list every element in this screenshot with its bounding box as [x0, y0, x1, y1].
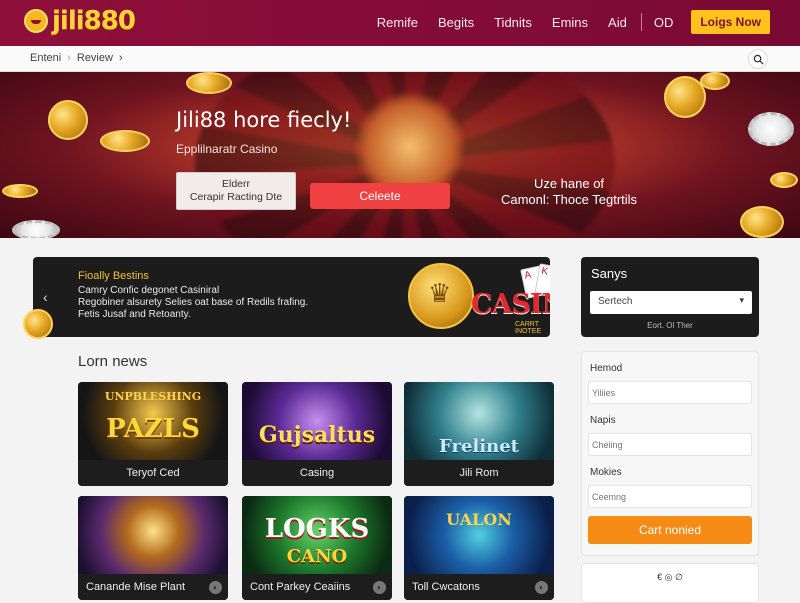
news-tile[interactable]: Frelinet Jili Rom	[404, 382, 554, 486]
hero-banner: Jili88 hore fiecly! Epplilnaratr Casino …	[0, 72, 800, 238]
hero-secondary-line-1: Elderr	[221, 178, 250, 190]
coin-icon	[100, 130, 150, 152]
breadcrumb-bar: Enteni › Review ›	[0, 46, 800, 72]
logo-text: jili880	[52, 6, 136, 36]
tile-art-word: Gujsaltus	[258, 422, 376, 448]
tile-caption: Teryof Ced	[78, 460, 228, 486]
news-heading: Lorn news	[78, 353, 148, 370]
tile-art-word: LOGKS	[264, 514, 370, 544]
news-tile[interactable]: UNPBLESHING PAZLS Teryof Ced	[78, 382, 228, 486]
field-label-1: Hemod	[590, 363, 623, 374]
coin-icon	[48, 100, 88, 140]
form-field-2[interactable]	[588, 433, 752, 456]
tile-caption: Jili Rom	[404, 460, 554, 486]
sidebar-filter-card: Sanys Sertech ▾ Eort. Ol Ther	[581, 257, 759, 337]
tile-artwork	[404, 496, 554, 574]
sidebar-social-card: € ◎ ∅	[581, 563, 759, 603]
nav-item-1[interactable]: Remife	[377, 15, 418, 30]
hero-subtitle: Epplilnaratr Casino	[176, 142, 278, 156]
form-submit-button[interactable]: Cart nonied	[588, 516, 752, 544]
field-label-2: Napis	[590, 415, 616, 426]
coin-icon	[23, 309, 53, 339]
promo-line-2: Regobiner alsurety Selies oat base of Re…	[78, 297, 309, 308]
poker-chip-icon	[748, 112, 794, 146]
info-icon[interactable]: ◐	[373, 581, 386, 594]
promo-line-3: Fetis Jusaf and Retoanty.	[78, 309, 191, 320]
nav-item-5[interactable]: Aid	[608, 15, 627, 30]
breadcrumb-item-1[interactable]: Enteni	[30, 52, 61, 64]
coin-icon	[740, 206, 784, 238]
breadcrumb: Enteni › Review ›	[30, 52, 123, 64]
hero-secondary-button[interactable]: Elderr Cerapir Racting Dte	[176, 172, 296, 210]
tile-artwork	[78, 496, 228, 574]
select-value: Sertech	[598, 296, 633, 307]
news-tile[interactable]: LOGKS CANO Cont Parkey Ceaiins ◐	[242, 496, 392, 600]
sidebar-link[interactable]: Eort. Ol Ther	[581, 321, 759, 330]
hero-title: Jili88 hore fiecly!	[176, 108, 352, 132]
promo-line-1: Camry Confic degonet Casiniral	[78, 285, 220, 296]
search-icon	[753, 54, 764, 65]
main-nav: Remife Begits Tidnits Emins Aid OD Loigs…	[357, 10, 770, 34]
tile-art-word: Frelinet	[439, 436, 519, 457]
tile-art-top: CANO	[286, 546, 348, 567]
tile-artwork	[242, 382, 392, 460]
form-field-3[interactable]	[588, 485, 752, 508]
coin-icon	[770, 172, 798, 188]
hero-primary-button[interactable]: Celeete	[310, 183, 450, 209]
info-icon[interactable]: ◐	[209, 581, 222, 594]
top-navbar: jili880 Remife Begits Tidnits Emins Aid …	[0, 0, 800, 46]
hero-side-line-1: Uze hane of	[533, 176, 605, 191]
coin-icon	[2, 184, 38, 198]
tile-caption: Cont Parkey Ceaiins	[242, 574, 392, 600]
promo-title: Fioally Bestins	[78, 270, 149, 282]
form-field-1[interactable]	[588, 381, 752, 404]
promo-text: Camry Confic degonet Casiniral Regobiner…	[78, 285, 308, 321]
hero-side-line-2: Camonl: Thoce Tegtrtils	[500, 192, 638, 207]
hero-secondary-line-2: Cerapir Racting Dte	[189, 191, 283, 203]
news-tile[interactable]: Canande Mise Plant ◐	[78, 496, 228, 600]
crown-seal-icon	[408, 263, 474, 329]
breadcrumb-separator: ›	[67, 52, 71, 64]
promo-banner[interactable]: ‹ Fioally Bestins Camry Confic degonet C…	[33, 257, 550, 337]
promo-brand-sub: CARRT INOTEE	[515, 321, 542, 335]
login-button[interactable]: Loigs Now	[691, 10, 770, 34]
news-tile[interactable]: Gujsaltus Casing	[242, 382, 392, 486]
site-logo[interactable]: jili880	[24, 6, 136, 36]
sidebar-title: Sanys	[591, 266, 628, 281]
poker-chip-icon	[12, 220, 60, 238]
nav-item-2[interactable]: Begits	[438, 15, 474, 30]
tile-caption: Casing	[242, 460, 392, 486]
coin-icon	[700, 72, 730, 90]
tile-art-top: UALON	[446, 510, 512, 529]
breadcrumb-trailing-chevron: ›	[118, 52, 123, 64]
search-button[interactable]	[748, 49, 768, 69]
sidebar-form: Hemod Napis Mokies Cart nonied	[581, 351, 759, 556]
tile-caption: Canande Mise Plant	[78, 574, 228, 600]
mascot-icon	[24, 9, 48, 33]
nav-item-6[interactable]: OD	[654, 15, 674, 30]
tile-art-top: UNPBLESHING	[104, 390, 202, 403]
nav-item-3[interactable]: Tidnits	[494, 15, 532, 30]
coin-icon	[186, 72, 232, 94]
hero-side-text: Uze hane of Camonl: Thoce Tegtrtils	[494, 176, 644, 208]
nav-item-4[interactable]: Emins	[552, 15, 588, 30]
breadcrumb-item-2[interactable]: Review	[77, 52, 113, 64]
sidebar-select[interactable]: Sertech ▾	[590, 291, 752, 314]
news-tile[interactable]: UALON Toll Cwcatons ◐	[404, 496, 554, 600]
info-icon[interactable]: ◐	[535, 581, 548, 594]
tile-caption: Toll Cwcatons	[404, 574, 554, 600]
field-label-3: Mokies	[590, 467, 622, 478]
promo-brand: CASINO	[471, 289, 550, 320]
nav-divider	[640, 13, 642, 31]
carousel-prev-icon[interactable]: ‹	[43, 289, 48, 305]
social-icons[interactable]: € ◎ ∅	[582, 572, 758, 583]
chevron-down-icon: ▾	[739, 295, 744, 305]
tile-art-word: PAZLS	[106, 414, 200, 444]
